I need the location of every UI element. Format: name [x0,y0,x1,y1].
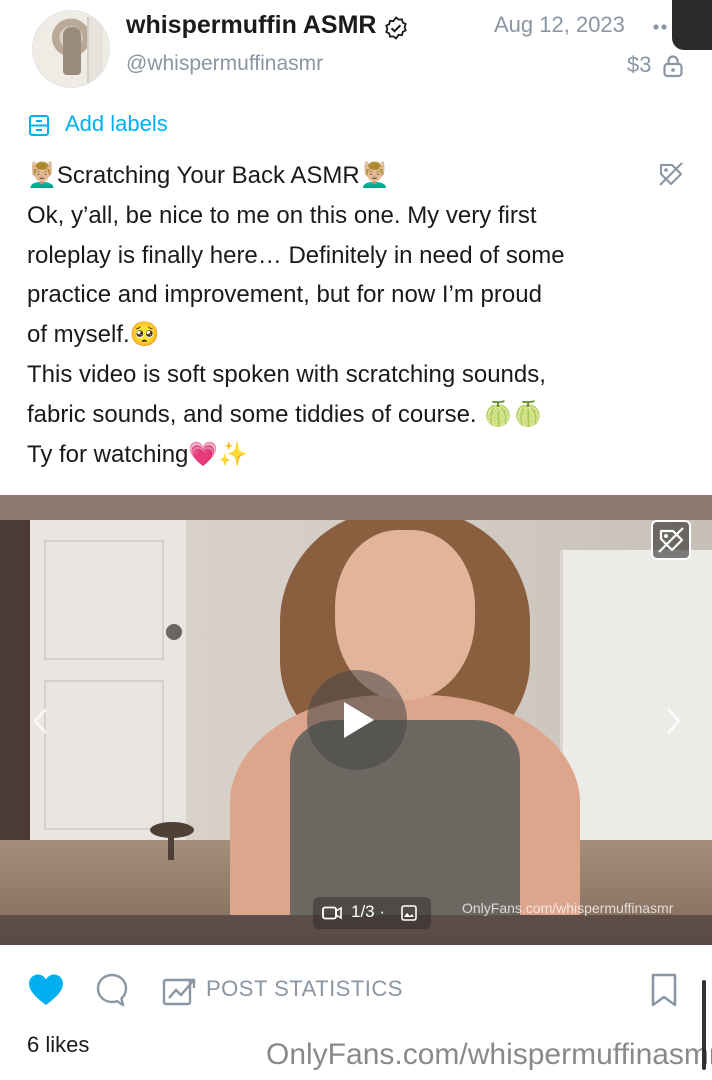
avatar-figure [63,27,81,75]
post-price: $3 [627,52,652,77]
media-watermark: OnlyFans.com/whispermuffinasmr [462,900,674,916]
tag-icon [658,527,684,553]
caption-line: Ok, y’all, be nice to me on this one. My… [27,201,537,229]
media-counter: 1/3 · [313,897,431,929]
chevron-left-icon[interactable] [30,706,52,736]
caption-line: Ty for watching💗✨ [27,440,249,468]
bookmark-icon[interactable] [650,972,678,1008]
scene-door-knob [166,624,182,640]
caption-line: practice and improvement, but for now I’… [27,281,542,309]
play-icon [344,702,374,738]
add-labels-label: Add labels [65,111,168,136]
avatar-background [87,17,103,83]
more-icon[interactable] [652,22,674,32]
media-counter-text: 1/3 · [351,902,386,921]
scene-door-panel [44,540,164,660]
post-statistics-button[interactable]: POST STATISTICS [206,976,403,1002]
play-button[interactable] [307,670,407,770]
heart-icon[interactable] [28,973,64,1007]
verified-icon [385,16,407,40]
post-caption: 💆🏼‍♂️Scratching Your Back ASMR💆🏼‍♂️ Ok, … [27,156,647,474]
avatar[interactable] [32,10,110,88]
chevron-right-icon[interactable] [662,706,684,736]
caption-line: roleplay is finally here… Definitely in … [27,241,565,269]
stats-icon[interactable] [162,974,196,1006]
footer-watermark: OnlyFans.com/whispermuffinasmr [266,1038,712,1071]
labels-icon [29,115,49,136]
caption-line: This video is soft spoken with scratchin… [27,360,546,388]
scene-stool-leg [168,834,174,860]
image-icon [401,905,417,921]
author-handle[interactable]: @whispermuffinasmr [126,52,323,76]
lock-icon [663,55,683,78]
media-tag-icon[interactable] [651,520,691,560]
post-header: whispermuffin ASMR @whispermuffinasmr Au… [0,0,712,100]
scene-door-panel [44,680,164,830]
video-camera-icon [322,906,342,920]
likes-count[interactable]: 6 likes [27,1032,89,1058]
caption-line: fabric sounds, and some tiddies of cours… [27,400,544,428]
comment-icon[interactable] [95,972,129,1008]
tag-icon[interactable] [657,160,685,188]
scene-door [560,550,712,850]
author-display-name[interactable]: whispermuffin ASMR [126,11,376,40]
post-actions: POST STATISTICS [0,960,712,1020]
post-date: Aug 12, 2023 [494,12,625,37]
caption-line: of myself.🥺 [27,321,160,349]
caption-line: 💆🏼‍♂️Scratching Your Back ASMR💆🏼‍♂️ [27,162,390,189]
